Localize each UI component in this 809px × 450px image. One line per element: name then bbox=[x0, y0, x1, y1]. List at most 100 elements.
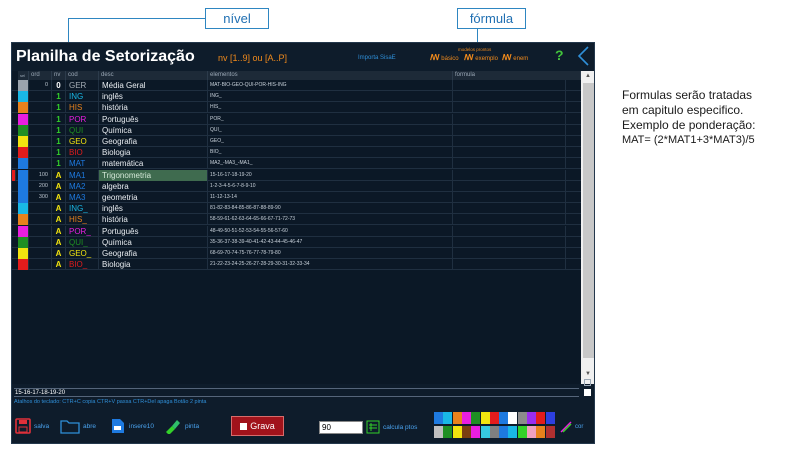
elementos-cell[interactable]: POR_ bbox=[208, 113, 453, 125]
formula-cell[interactable] bbox=[453, 136, 566, 147]
row-color-swatch[interactable] bbox=[18, 113, 29, 125]
desc-cell[interactable]: Química bbox=[99, 236, 208, 248]
header-cod[interactable]: cod bbox=[66, 71, 99, 80]
model-exemplo-button[interactable]: ꟿ exemplo bbox=[464, 53, 498, 62]
ord-cell[interactable] bbox=[29, 113, 52, 125]
row-color-swatch[interactable] bbox=[18, 214, 29, 226]
elementos-cell[interactable]: GEO_ bbox=[208, 136, 453, 147]
elementos-cell[interactable]: 81-82-83-84-85-86-87-88-89-90 bbox=[208, 203, 453, 215]
formula-cell[interactable] bbox=[453, 180, 566, 192]
table-row[interactable]: 1 ING inglês ING_ bbox=[12, 91, 581, 103]
pinta-button[interactable]: pinta bbox=[164, 416, 199, 436]
nv-cell[interactable]: A bbox=[52, 214, 66, 226]
elementos-cell[interactable]: MAT-BIO-GEO-QUI-POR-HIS-ING bbox=[208, 80, 453, 91]
cell-editor-input[interactable]: 15-16-17-18-19-20 bbox=[14, 388, 579, 397]
palette-color-swatch[interactable] bbox=[461, 412, 471, 424]
formula-cell[interactable] bbox=[453, 169, 566, 181]
palette-color-swatch[interactable] bbox=[461, 426, 471, 438]
elementos-cell[interactable]: 15-16-17-18-19-20 bbox=[208, 169, 453, 181]
cod-cell[interactable]: MA1 bbox=[66, 169, 99, 181]
row-color-swatch[interactable] bbox=[18, 259, 29, 271]
row-color-swatch[interactable] bbox=[18, 192, 29, 203]
formula-cell[interactable] bbox=[453, 124, 566, 136]
header-formula[interactable]: formula bbox=[453, 71, 581, 80]
desc-cell[interactable]: Geografia bbox=[99, 136, 208, 147]
cod-cell[interactable]: QUI_ bbox=[66, 236, 99, 248]
nv-cell[interactable]: A bbox=[52, 180, 66, 192]
vertical-scrollbar[interactable]: ▲ ▼ bbox=[581, 71, 594, 384]
cod-cell[interactable]: ING_ bbox=[66, 203, 99, 215]
cod-cell[interactable]: HIS bbox=[66, 102, 99, 114]
row-color-swatch[interactable] bbox=[18, 147, 29, 159]
cod-cell[interactable]: MAT bbox=[66, 158, 99, 170]
nv-cell[interactable]: 1 bbox=[52, 113, 66, 125]
row-color-swatch[interactable] bbox=[18, 158, 29, 170]
formula-cell[interactable] bbox=[453, 248, 566, 259]
scroll-up-icon[interactable]: ▲ bbox=[585, 73, 591, 79]
desc-cell[interactable]: algebra bbox=[99, 180, 208, 192]
ord-cell[interactable] bbox=[29, 147, 52, 159]
cod-cell[interactable]: MA2 bbox=[66, 180, 99, 192]
table-row[interactable]: 1 POR Português POR_ bbox=[12, 113, 581, 125]
cod-cell[interactable]: POR_ bbox=[66, 225, 99, 237]
row-color-swatch[interactable] bbox=[18, 91, 29, 103]
table-row[interactable]: 300 A MA3 geometria 11-12-13-14 bbox=[12, 192, 581, 203]
nv-cell[interactable]: A bbox=[52, 192, 66, 203]
table-row[interactable]: A HIS_ história 58-59-61-62-63-64-65-66-67-… bbox=[12, 214, 581, 226]
row-color-swatch[interactable] bbox=[18, 169, 29, 181]
model-enem-button[interactable]: ꟿ enem bbox=[502, 53, 528, 62]
desc-cell[interactable]: geometria bbox=[99, 192, 208, 203]
palette-color-swatch[interactable] bbox=[508, 412, 518, 424]
row-color-swatch[interactable] bbox=[18, 203, 29, 215]
cod-cell[interactable]: GEO_ bbox=[66, 248, 99, 259]
formula-cell[interactable] bbox=[453, 259, 566, 271]
cod-cell[interactable]: MA3 bbox=[66, 192, 99, 203]
palette-color-swatch[interactable] bbox=[517, 426, 527, 438]
table-row[interactable]: A ING_ inglês 81-82-83-84-85-86-87-88-89-90 bbox=[12, 203, 581, 215]
ord-cell[interactable] bbox=[29, 225, 52, 237]
table-row[interactable]: 1 BIO Biologia BIO_ bbox=[12, 147, 581, 159]
palette-color-swatch[interactable] bbox=[499, 412, 509, 424]
desc-cell[interactable]: Média Geral bbox=[99, 80, 208, 91]
desc-cell[interactable]: história bbox=[99, 214, 208, 226]
cod-cell[interactable]: BIO_ bbox=[66, 259, 99, 271]
ord-cell[interactable] bbox=[29, 91, 52, 103]
formula-cell[interactable] bbox=[453, 113, 566, 125]
ord-cell[interactable]: 200 bbox=[29, 180, 52, 192]
formula-cell[interactable] bbox=[453, 158, 566, 170]
desc-cell[interactable]: Química bbox=[99, 124, 208, 136]
palette-color-swatch[interactable] bbox=[499, 426, 509, 438]
formula-cell[interactable] bbox=[453, 203, 566, 215]
ord-cell[interactable] bbox=[29, 136, 52, 147]
row-color-swatch[interactable] bbox=[18, 225, 29, 237]
row-color-swatch[interactable] bbox=[18, 236, 29, 248]
palette-color-swatch[interactable] bbox=[452, 426, 462, 438]
desc-cell[interactable]: Português bbox=[99, 225, 208, 237]
table-row[interactable]: A GEO_ Geografia 68-69-70-74-75-76-77-78-79… bbox=[12, 248, 581, 259]
insere10-button[interactable]: insere10 bbox=[110, 416, 154, 436]
palette-color-swatch[interactable] bbox=[527, 426, 536, 438]
elementos-cell[interactable]: 48-49-50-51-52-53-54-55-56-57-60 bbox=[208, 225, 453, 237]
cod-cell[interactable]: BIO bbox=[66, 147, 99, 159]
desc-cell[interactable]: Trigonometria bbox=[99, 169, 208, 181]
nv-cell[interactable]: 0 bbox=[52, 80, 66, 91]
desc-cell[interactable]: inglês bbox=[99, 91, 208, 103]
row-color-swatch[interactable] bbox=[18, 124, 29, 136]
option-checkbox-top[interactable] bbox=[584, 379, 591, 386]
elementos-cell[interactable]: BIO_ bbox=[208, 147, 453, 159]
elementos-cell[interactable]: QUI_ bbox=[208, 124, 453, 136]
palette-color-swatch[interactable] bbox=[443, 412, 453, 424]
pontos-input[interactable]: 90 bbox=[319, 421, 363, 434]
formula-cell[interactable] bbox=[453, 91, 566, 103]
scroll-down-icon[interactable]: ▼ bbox=[585, 371, 591, 377]
palette-color-swatch[interactable] bbox=[517, 412, 527, 424]
elementos-cell[interactable]: 68-69-70-74-75-76-77-78-79-80 bbox=[208, 248, 453, 259]
desc-cell[interactable]: inglês bbox=[99, 203, 208, 215]
palette-color-swatch[interactable] bbox=[527, 412, 536, 424]
elementos-cell[interactable]: 11-12-13-14 bbox=[208, 192, 453, 203]
row-color-swatch[interactable] bbox=[18, 80, 29, 91]
nv-cell[interactable]: 1 bbox=[52, 102, 66, 114]
elementos-cell[interactable]: ING_ bbox=[208, 91, 453, 103]
palette-color-swatch[interactable] bbox=[434, 412, 443, 424]
formula-cell[interactable] bbox=[453, 225, 566, 237]
